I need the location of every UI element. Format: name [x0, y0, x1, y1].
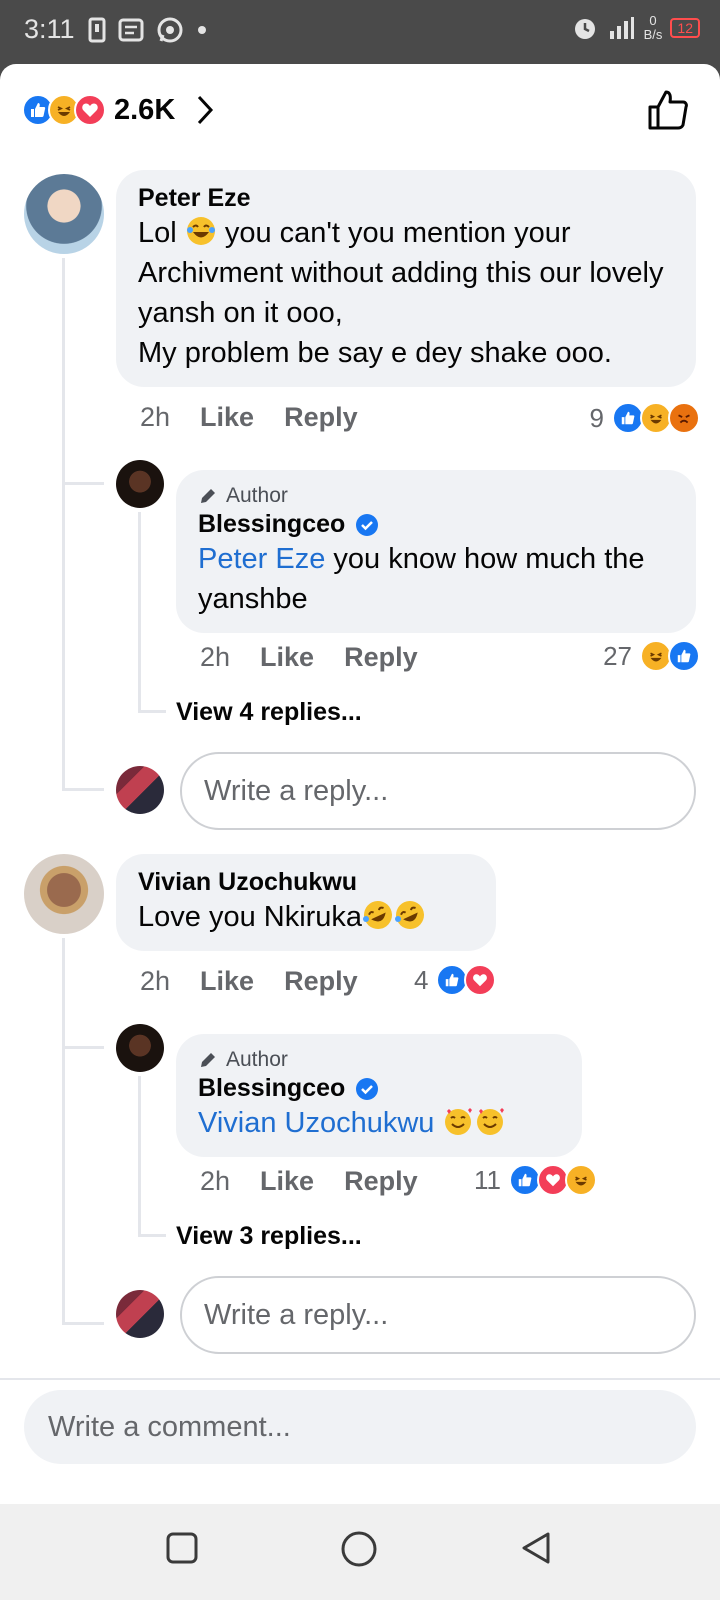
reply-button[interactable]: Reply: [344, 1166, 418, 1197]
tears-of-joy-emoji-icon: [186, 217, 215, 245]
comment-reaction-summary[interactable]: 4: [414, 964, 497, 996]
reaction-count: 27: [603, 640, 632, 671]
like-button[interactable]: Like: [260, 1166, 314, 1197]
reply-author[interactable]: Blessingceo: [198, 510, 674, 539]
view-replies-link[interactable]: View 3 replies...: [176, 1222, 362, 1251]
current-user-avatar: [116, 1290, 164, 1338]
love-reaction-icon: [464, 964, 497, 996]
verified-badge-icon: [356, 1077, 379, 1100]
thread-branch: [138, 1234, 166, 1237]
reply-time: 2h: [200, 642, 231, 672]
like-reaction-icon: [668, 640, 700, 672]
mention-link[interactable]: Peter Eze: [198, 543, 325, 575]
reply-input[interactable]: Write a reply...: [180, 1276, 696, 1354]
reaction-count: 4: [414, 964, 429, 995]
comment-author[interactable]: Peter Eze: [138, 184, 674, 213]
write-comment-input[interactable]: Write a comment...: [24, 1390, 696, 1464]
thread-branch: [138, 710, 166, 713]
reply-bubble[interactable]: Author Blessingceo Peter Eze you know ho…: [176, 470, 696, 633]
rolling-laughing-emoji-icon: [395, 901, 425, 929]
smiling-hearts-emoji-icon: [445, 1108, 473, 1135]
comment-text: Love you Nkiruka: [138, 897, 474, 937]
avatar[interactable]: [116, 1024, 164, 1072]
thread-branch: [62, 482, 104, 485]
reply-text: Vivian Uzochukwu: [198, 1103, 560, 1143]
like-button[interactable]: Like: [260, 642, 314, 673]
comment-time: 2h: [140, 402, 171, 432]
system-icons: 0 B/s 12: [572, 14, 700, 42]
angry-reaction-icon: [668, 402, 700, 434]
chevron-right-icon[interactable]: [195, 94, 215, 126]
reply-button[interactable]: Reply: [344, 642, 418, 673]
rolling-laughing-emoji-icon: [363, 901, 393, 929]
like-button[interactable]: Like: [200, 966, 254, 997]
signal-icon: [609, 17, 634, 39]
reply-button[interactable]: Reply: [284, 402, 358, 433]
sim-icon: [88, 17, 106, 43]
notification-icons: [88, 16, 208, 44]
reaction-count: 11: [474, 1164, 501, 1195]
comment-time: 2h: [140, 966, 171, 996]
status-bar: 3:11 0 B/s 12: [0, 0, 720, 64]
back-button[interactable]: [518, 1530, 554, 1566]
haha-reaction-icon: [565, 1164, 597, 1196]
reply-reaction-summary[interactable]: 11: [474, 1164, 597, 1196]
comment-actions: 2h Like Reply: [140, 966, 388, 997]
divider: [0, 1378, 720, 1380]
alarm-icon: [574, 19, 595, 39]
comment-bubble[interactable]: Vivian Uzochukwu Love you Nkiruka: [116, 854, 496, 951]
thread-line: [138, 1076, 141, 1236]
comments-sheet: 2.6K Peter Eze Lol you can't you mention…: [0, 64, 720, 1504]
view-replies-link[interactable]: View 4 replies...: [176, 698, 362, 727]
current-user-avatar: [116, 766, 164, 814]
thread-line: [62, 938, 65, 1324]
avatar[interactable]: [116, 460, 164, 508]
comment-bubble[interactable]: Peter Eze Lol you can't you mention your…: [116, 170, 696, 387]
comment-author[interactable]: Vivian Uzochukwu: [138, 868, 474, 897]
whatsapp-icon: [157, 17, 183, 43]
author-tag: Author: [198, 484, 674, 508]
reply-input[interactable]: Write a reply...: [180, 752, 696, 830]
message-icon: [118, 18, 144, 42]
thread-line: [138, 512, 141, 712]
recent-apps-button[interactable]: [164, 1530, 200, 1566]
reply-reaction-summary[interactable]: 27: [603, 640, 700, 672]
love-reaction-icon: [74, 94, 106, 126]
network-speed: 0 B/s: [643, 13, 663, 42]
reply-time: 2h: [200, 1166, 231, 1196]
smiling-hearts-emoji-icon: [477, 1108, 505, 1135]
comment-actions: 2h Like Reply: [140, 402, 388, 433]
reply-actions: 2h Like Reply: [200, 1166, 448, 1197]
reaction-count: 2.6K: [114, 93, 176, 126]
thread-branch: [62, 788, 104, 791]
thread-branch: [62, 1046, 104, 1049]
post-reactions-summary[interactable]: 2.6K: [22, 92, 215, 128]
pencil-icon: [201, 1053, 215, 1067]
dot-icon: [198, 26, 206, 34]
thread-branch: [62, 1322, 104, 1325]
reaction-count: 9: [589, 402, 604, 433]
reply-author[interactable]: Blessingceo: [198, 1074, 560, 1103]
comment-reaction-summary[interactable]: 9: [589, 402, 700, 434]
avatar[interactable]: [24, 174, 104, 254]
reply-bubble[interactable]: Author Blessingceo Vivian Uzochukwu: [176, 1034, 582, 1157]
like-button[interactable]: Like: [200, 402, 254, 433]
comment-text: Lol you can't you mention your Archivmen…: [138, 217, 664, 369]
like-post-icon[interactable]: [646, 88, 690, 132]
reply-actions: 2h Like Reply: [200, 642, 448, 673]
status-time: 3:11: [24, 14, 75, 44]
home-button[interactable]: [340, 1530, 378, 1568]
reply-button[interactable]: Reply: [284, 966, 358, 997]
system-nav-bar: [0, 1504, 720, 1600]
author-tag: Author: [198, 1048, 560, 1072]
reply-text: Peter Eze you know how much the yanshbe: [198, 543, 645, 615]
verified-badge-icon: [356, 513, 379, 536]
avatar[interactable]: [24, 854, 104, 934]
battery-indicator: 12: [670, 18, 700, 38]
pencil-icon: [201, 489, 215, 503]
thread-line: [62, 258, 65, 790]
mention-link[interactable]: Vivian Uzochukwu: [198, 1107, 434, 1139]
